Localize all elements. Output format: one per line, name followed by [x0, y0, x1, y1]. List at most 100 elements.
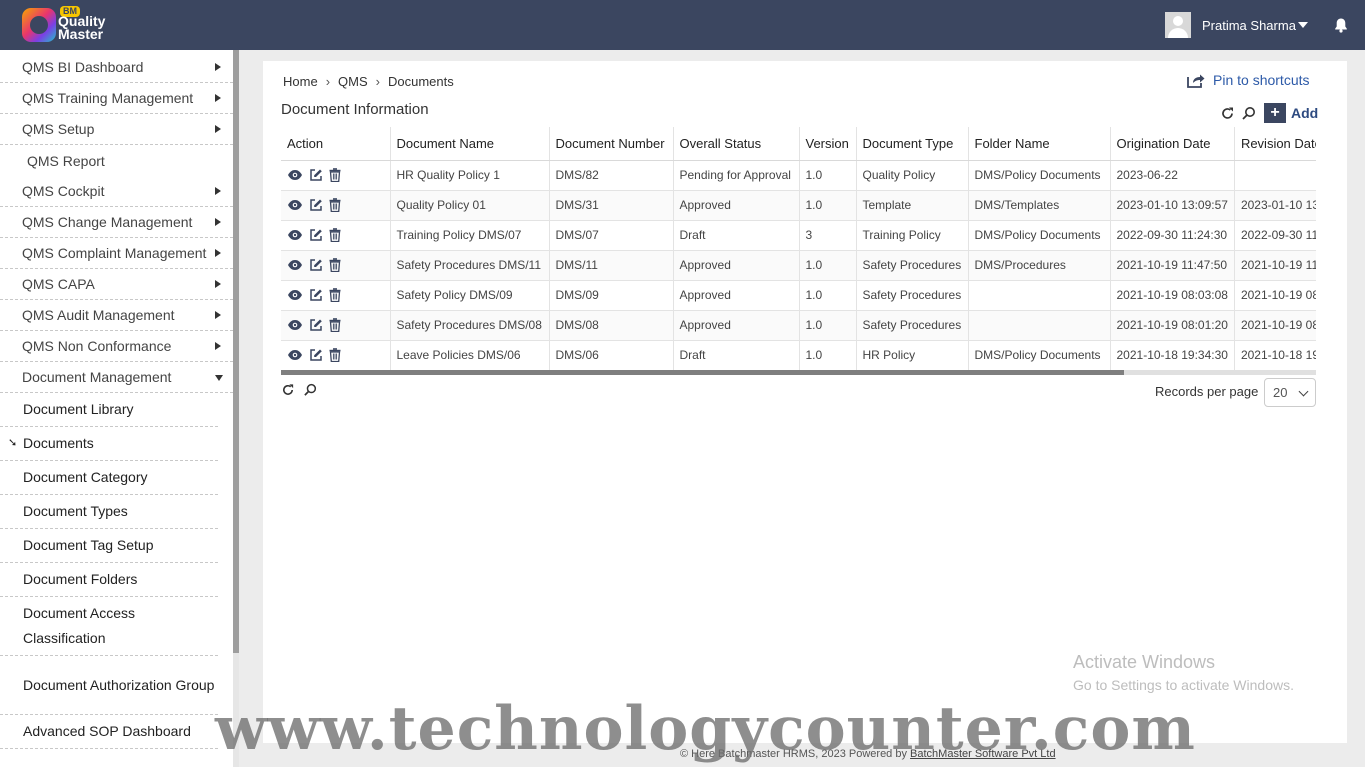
column-header[interactable]: Folder Name [968, 127, 1111, 161]
user-menu[interactable]: Pratima Sharma [1165, 11, 1308, 39]
delete-icon[interactable] [329, 348, 341, 362]
delete-icon[interactable] [329, 198, 341, 212]
table-row[interactable]: Quality Policy 01 DMS/31 Approved 1.0 Templa… [281, 190, 1316, 221]
column-header[interactable]: Action [281, 127, 391, 161]
pin-to-shortcuts-link[interactable]: Pin to shortcuts [1187, 70, 1310, 90]
column-header[interactable]: Overall Status [673, 127, 800, 161]
search-icon[interactable] [303, 383, 317, 397]
caret-right-icon [215, 342, 221, 350]
table-cell: 2021-10-19 08 [1234, 280, 1316, 311]
chevron-down-icon [1297, 22, 1308, 28]
column-header[interactable]: Document Name [390, 127, 550, 161]
sidebar-subitem[interactable]: Document Library [0, 393, 218, 427]
view-icon[interactable] [287, 289, 303, 301]
edit-icon[interactable] [309, 228, 323, 242]
sidebar-subitem[interactable]: Document Access Classification [0, 597, 218, 656]
refresh-icon[interactable] [1220, 106, 1235, 121]
sidebar-menu-item[interactable]: QMS Non Conformance [0, 331, 233, 362]
delete-icon[interactable] [329, 168, 341, 182]
breadcrumb-home[interactable]: Home [283, 74, 318, 89]
table-row[interactable]: HR Quality Policy 1 DMS/82 Pending for App… [281, 160, 1316, 191]
sidebar-subitem[interactable]: Document Category [0, 461, 218, 495]
table-hscroll-thumb[interactable] [281, 370, 1124, 375]
sidebar-menu-item[interactable]: QMS Complaint Management [0, 238, 233, 269]
table-cell: Approved [673, 310, 800, 341]
table-row[interactable]: Safety Procedures DMS/08 DMS/08 Approved 1.… [281, 310, 1316, 341]
table-row[interactable]: Safety Procedures DMS/11 DMS/11 Approved 1.… [281, 250, 1316, 281]
edit-icon[interactable] [309, 168, 323, 182]
sidebar-subitem[interactable]: Document Authorization Group [0, 656, 218, 715]
search-icon[interactable] [1241, 106, 1256, 121]
column-header[interactable]: Document Type [856, 127, 969, 161]
table-cell: 2021-10-18 19 [1234, 340, 1316, 371]
sidebar-subitem[interactable]: Document Folders [0, 563, 218, 597]
edit-icon[interactable] [309, 198, 323, 212]
activation-title: Activate Windows [1073, 652, 1216, 672]
edit-icon[interactable] [309, 348, 323, 362]
table-cell: Approved [673, 250, 800, 281]
quality-master-logo[interactable]: BM Quality Master [22, 6, 122, 44]
delete-icon[interactable] [329, 288, 341, 302]
sidebar-menu-item[interactable]: QMS Training Management [0, 83, 233, 114]
edit-icon[interactable] [309, 288, 323, 302]
sidebar: QMS BI Dashboard QMS Training Management Q… [0, 50, 236, 767]
view-icon[interactable] [287, 199, 303, 211]
column-header[interactable]: Origination Date [1110, 127, 1235, 161]
sidebar-subitem[interactable]: Document Types [0, 495, 218, 529]
view-icon[interactable] [287, 349, 303, 361]
table-row[interactable]: Training Policy DMS/07 DMS/07 Draft 3 Traini… [281, 220, 1316, 251]
sidebar-subitem[interactable]: Documents [0, 427, 218, 461]
caret-right-icon [215, 94, 221, 102]
table-row[interactable]: Safety Policy DMS/09 DMS/09 Approved 1.0 Saf… [281, 280, 1316, 311]
sidebar-menu-item[interactable]: QMS Setup [0, 114, 233, 145]
sidebar-subitem-label: Document Types [23, 503, 128, 519]
sidebar-menu-item[interactable]: QMS Change Management [0, 207, 233, 238]
documents-table-wrapper: Action Document Name Document Number Overal… [281, 127, 1316, 371]
edit-icon[interactable] [309, 318, 323, 332]
sidebar-menu-item[interactable]: QMS CAPA [0, 269, 233, 300]
breadcrumb-separator: › [375, 73, 380, 89]
sidebar-subitem[interactable]: Advanced SOP Dashboard [0, 715, 218, 749]
table-cell: 1.0 [799, 160, 857, 191]
breadcrumb-separator: › [325, 73, 331, 89]
sidebar-subitem-label: Document Library [23, 401, 134, 417]
sidebar-subitem-label: Document Category [23, 469, 148, 485]
refresh-icon[interactable] [281, 383, 295, 397]
table-cell: DMS/Procedures [968, 250, 1111, 281]
table-cell: 1.0 [799, 190, 857, 221]
action-cell [281, 220, 391, 251]
delete-icon[interactable] [329, 258, 341, 272]
sidebar-scrollbar[interactable] [233, 50, 239, 653]
breadcrumb-qms[interactable]: QMS [338, 74, 368, 89]
logo-line-2: Master [58, 26, 104, 42]
sidebar-menu-item[interactable]: QMS Cockpit [0, 176, 233, 207]
delete-icon[interactable] [329, 228, 341, 242]
add-button[interactable]: + [1264, 103, 1286, 123]
edit-icon[interactable] [309, 258, 323, 272]
sidebar-menu-item[interactable]: QMS Audit Management [0, 300, 233, 331]
column-header[interactable]: Revision Date [1234, 127, 1316, 161]
view-icon[interactable] [287, 169, 303, 181]
add-label[interactable]: Add [1291, 105, 1318, 121]
table-cell: 2023-01-10 13 [1234, 190, 1316, 221]
action-cell [281, 310, 391, 341]
sidebar-subitem[interactable]: Document Tag Setup [0, 529, 218, 563]
column-header[interactable]: Version [799, 127, 857, 161]
view-icon[interactable] [287, 319, 303, 331]
view-icon[interactable] [287, 229, 303, 241]
table-footer-tools [281, 383, 317, 397]
table-cell: 1.0 [799, 340, 857, 371]
table-row[interactable]: Leave Policies DMS/06 DMS/06 Draft 1.0 HR Po… [281, 340, 1316, 371]
sidebar-menu-item[interactable]: QMS BI Dashboard [0, 52, 233, 83]
view-icon[interactable] [287, 259, 303, 271]
sidebar-menu-item[interactable]: QMS Report [0, 145, 233, 176]
delete-icon[interactable] [329, 318, 341, 332]
row-actions [287, 318, 384, 332]
sidebar-menu-item[interactable]: Document Management [0, 362, 233, 393]
bell-icon[interactable] [1333, 17, 1349, 33]
column-header[interactable]: Document Number [549, 127, 674, 161]
table-header-row: Action Document Name Document Number Overal… [281, 127, 1316, 161]
table-toolbar: + Add [1220, 103, 1318, 123]
records-per-page-select[interactable]: 20 [1264, 378, 1316, 407]
sidebar-subitem-label: Advanced SOP Dashboard [23, 723, 191, 739]
